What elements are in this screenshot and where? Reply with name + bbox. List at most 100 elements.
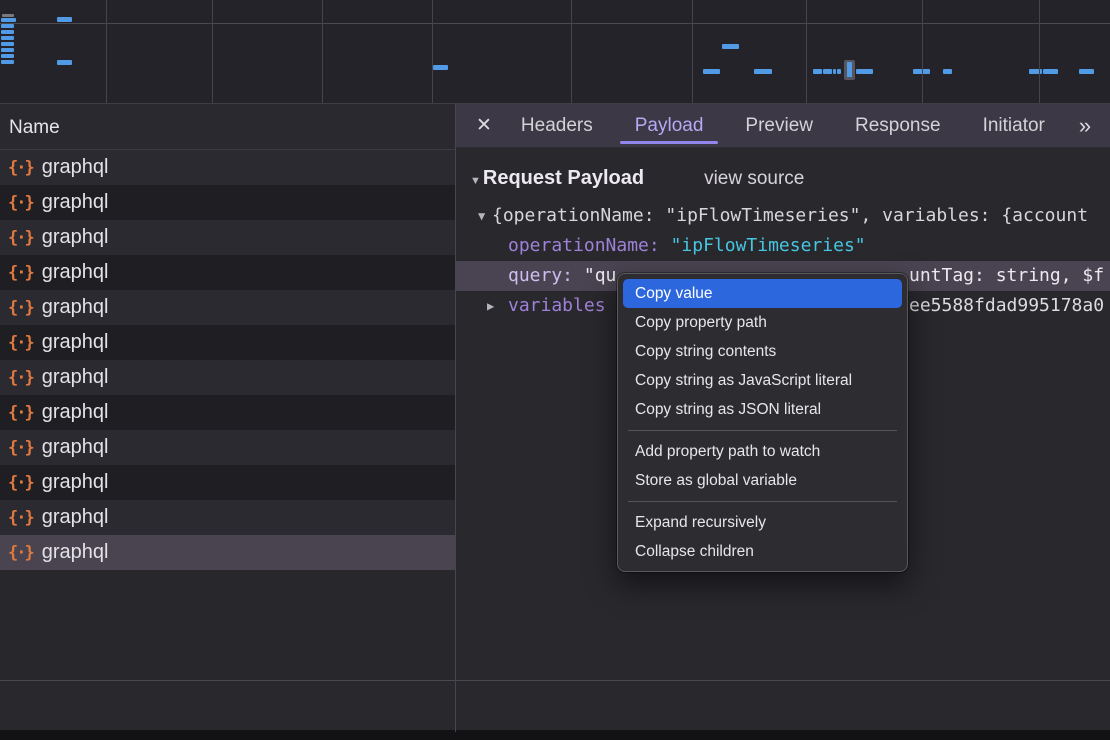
property-value-right: untTag: string, $f: [909, 261, 1104, 291]
menu-item-add-property-path-to-watch[interactable]: Add property path to watch: [623, 437, 902, 466]
waterfall-request-bar: [1043, 69, 1058, 74]
network-request-row[interactable]: {·}graphql: [0, 535, 455, 570]
network-overview-timeline[interactable]: [0, 0, 1110, 104]
waterfall-request-bar: [1029, 69, 1042, 74]
collapse-triangle-icon[interactable]: ▼: [470, 175, 481, 187]
detail-tabs: Headers Payload Preview Response Initiator: [521, 104, 1045, 147]
request-name-label: graphql: [42, 191, 109, 214]
waterfall-request-bar: [57, 17, 72, 22]
network-request-row[interactable]: {·}graphql: [0, 150, 455, 185]
footer-divider: [0, 680, 1110, 681]
root-preview-text: {operationName: "ipFlowTimeseries", vari…: [492, 201, 1088, 231]
json-braces-icon: {·}: [8, 158, 33, 178]
waterfall-request-bar: [943, 69, 952, 74]
network-request-row[interactable]: {·}graphql: [0, 220, 455, 255]
network-request-row[interactable]: {·} graphql: [0, 185, 455, 220]
network-request-row[interactable]: {·}graphql: [0, 325, 455, 360]
overview-gridline: [692, 0, 693, 103]
property-value-left: "qu: [584, 265, 617, 286]
more-tabs-icon[interactable]: »: [1079, 113, 1088, 139]
overview-gridline: [322, 0, 323, 103]
tab-payload[interactable]: Payload: [635, 104, 704, 147]
devtools-network-panel: Name {·}graphql{·}graphql{·}graphql{·}gr…: [0, 0, 1110, 740]
waterfall-request-bar: [1, 60, 14, 64]
request-payload-section[interactable]: ▼Request Payload view source: [470, 167, 804, 190]
menu-item-expand-recursively[interactable]: Expand recursively: [623, 508, 902, 537]
tab-initiator[interactable]: Initiator: [983, 104, 1045, 147]
network-request-row[interactable]: {·}graphql: [0, 360, 455, 395]
property-value-right: ee5588fdad995178a0: [909, 291, 1104, 321]
detail-tab-bar: ✕ Headers Payload Preview Response Initiator…: [456, 104, 1110, 148]
menu-item-collapse-children[interactable]: Collapse children: [623, 537, 902, 566]
status-footer: [0, 681, 1110, 730]
waterfall-request-bar: [1, 24, 14, 28]
property-key: query:: [508, 265, 573, 286]
json-braces-icon: {·}: [8, 543, 33, 563]
waterfall-request-bar: [57, 60, 72, 65]
column-header-name-label: Name: [9, 117, 60, 138]
json-braces-icon: {·}: [8, 193, 33, 213]
request-list-panel: Name {·}graphql{·}graphql{·}graphql{·}gr…: [0, 105, 455, 740]
waterfall-request-bar: [1, 30, 14, 34]
waterfall-request-bar: [1, 36, 14, 40]
request-name-label: graphql: [42, 331, 109, 354]
network-request-row[interactable]: {·} graphql: [0, 430, 455, 465]
waterfall-request-bar: [813, 69, 822, 74]
menu-divider: [628, 430, 897, 431]
column-header-name[interactable]: Name: [0, 105, 455, 150]
request-name-label: graphql: [42, 471, 109, 494]
property-key: operationName:: [508, 235, 660, 256]
section-title: Request Payload: [483, 167, 644, 190]
tab-preview[interactable]: Preview: [745, 104, 813, 147]
request-name-label: graphql: [42, 296, 109, 319]
request-rows: {·} graphql {·} graphql {·} graphql {·} graphql…: [0, 150, 455, 570]
waterfall-request-bar: [1, 54, 14, 58]
menu-item-store-as-global-variable[interactable]: Store as global variable: [623, 466, 902, 495]
waterfall-request-bar: [837, 69, 841, 74]
tree-row-operation-name[interactable]: operationName: "ipFlowTimeseries": [456, 231, 1110, 261]
menu-item-copy-value[interactable]: Copy value: [623, 279, 902, 308]
overview-gridline: [212, 0, 213, 103]
network-request-row[interactable]: {·} graphql: [0, 465, 455, 500]
tab-headers[interactable]: Headers: [521, 104, 593, 147]
menu-item-copy-property-path[interactable]: Copy property path: [623, 308, 902, 337]
waterfall-request-bar: [433, 65, 448, 70]
waterfall-request-bar: [833, 69, 836, 74]
network-request-row[interactable]: {·}graphql: [0, 255, 455, 290]
property-key: variables: [508, 295, 606, 316]
menu-item-copy-string-as-javascript-literal[interactable]: Copy string as JavaScript literal: [623, 366, 902, 395]
json-braces-icon: {·}: [8, 508, 33, 528]
overview-gridline: [806, 0, 807, 103]
json-braces-icon: {·}: [8, 298, 33, 318]
request-name-label: graphql: [42, 226, 109, 249]
overview-gridline-horizontal: [0, 23, 1110, 24]
waterfall-request-bar: [722, 44, 739, 49]
overview-selected-marker: [844, 60, 855, 80]
tree-row-root[interactable]: ▼ {operationName: "ipFlowTimeseries", va…: [456, 201, 1110, 231]
request-name-label: graphql: [42, 401, 109, 424]
view-source-link[interactable]: view source: [704, 168, 804, 190]
waterfall-request-bar: [703, 69, 720, 74]
network-request-row[interactable]: {·}graphql: [0, 500, 455, 535]
json-braces-icon: {·}: [8, 263, 33, 283]
waterfall-request-bar: [1, 18, 16, 22]
network-request-row[interactable]: {·} graphql: [0, 395, 455, 430]
expand-triangle-icon[interactable]: ▶: [487, 291, 494, 321]
json-braces-icon: {·}: [8, 403, 33, 423]
tab-response[interactable]: Response: [855, 104, 941, 147]
waterfall-request-bar: [754, 69, 772, 74]
panel-splitter[interactable]: [455, 104, 456, 732]
waterfall-request-bar: [856, 69, 873, 74]
menu-item-copy-string-as-json-literal[interactable]: Copy string as JSON literal: [623, 395, 902, 424]
json-braces-icon: {·}: [8, 368, 33, 388]
overview-gridline: [922, 0, 923, 103]
overview-gridline: [1039, 0, 1040, 103]
menu-item-copy-string-contents[interactable]: Copy string contents: [623, 337, 902, 366]
waterfall-request-bar: [823, 69, 832, 74]
network-request-row[interactable]: {·} graphql: [0, 290, 455, 325]
close-icon[interactable]: ✕: [476, 114, 492, 137]
collapse-triangle-icon[interactable]: ▼: [478, 201, 485, 231]
json-braces-icon: {·}: [8, 473, 33, 493]
request-name-label: graphql: [42, 436, 109, 459]
json-braces-icon: {·}: [8, 438, 33, 458]
